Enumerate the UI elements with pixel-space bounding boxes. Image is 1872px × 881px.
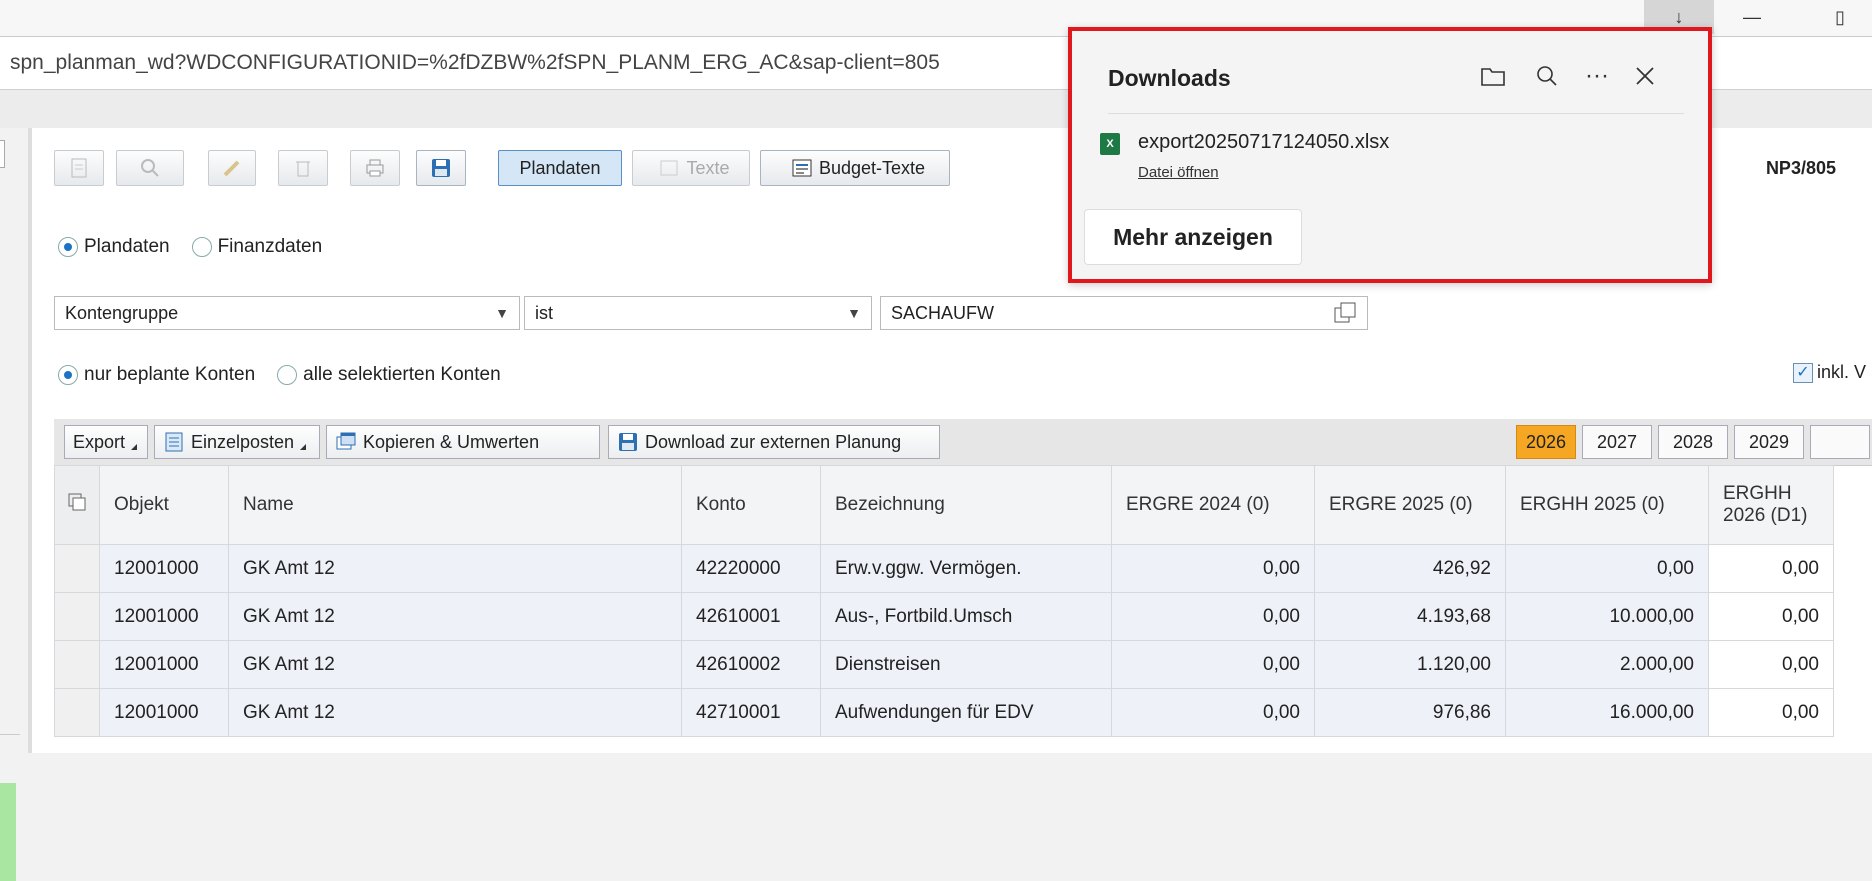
edit-button[interactable] bbox=[208, 150, 256, 186]
row-selector[interactable] bbox=[54, 640, 100, 689]
filter-operator-select[interactable]: ist ▼ bbox=[524, 296, 872, 330]
year-tab-2026[interactable]: 2026 bbox=[1516, 425, 1576, 459]
col-header-bezeichnung[interactable]: Bezeichnung bbox=[820, 465, 1112, 545]
planning-table: Objekt Name Konto Bezeichnung ERGRE 2024… bbox=[54, 465, 1834, 737]
open-file-link[interactable]: Datei öffnen bbox=[1138, 164, 1389, 181]
pencil-icon bbox=[221, 157, 243, 179]
texte-button[interactable]: Texte bbox=[632, 150, 750, 186]
search-button[interactable] bbox=[116, 150, 184, 186]
minimize-icon[interactable]: — bbox=[1720, 0, 1784, 34]
radio-alle-selektierten[interactable]: alle selektierten Konten bbox=[277, 364, 501, 386]
table-row[interactable]: 12001000 GK Amt 12 42220000 Erw.v.ggw. V… bbox=[54, 544, 1834, 593]
document-button[interactable] bbox=[54, 150, 104, 186]
row-selector[interactable] bbox=[54, 544, 100, 593]
save-button[interactable] bbox=[416, 150, 466, 186]
plandaten-toggle[interactable]: Plandaten bbox=[498, 150, 622, 186]
col-header-erghh-2026[interactable]: ERGHH 2026 (D1) bbox=[1708, 465, 1834, 545]
downloads-title: Downloads bbox=[1108, 65, 1231, 91]
kopieren-button[interactable]: Kopieren & Umwerten bbox=[326, 425, 600, 459]
export-menu-button[interactable]: Export bbox=[64, 425, 148, 459]
value-help-icon[interactable] bbox=[1333, 301, 1357, 330]
copy-window-icon bbox=[335, 431, 357, 453]
download-externe-planung-button[interactable]: Download zur externen Planung bbox=[608, 425, 940, 459]
filter-value-input[interactable]: SACHAUFW bbox=[880, 296, 1368, 330]
table-row[interactable]: 12001000 GK Amt 12 42610002 Dienstreisen… bbox=[54, 640, 1834, 689]
maximize-icon[interactable]: ▯ bbox=[1808, 0, 1872, 34]
row-selector[interactable] bbox=[54, 688, 100, 737]
left-edge bbox=[0, 128, 28, 881]
show-more-button[interactable]: Mehr anzeigen bbox=[1084, 209, 1302, 265]
floppy-disk-icon bbox=[617, 431, 639, 453]
checkmark-icon: ✓ bbox=[1792, 362, 1813, 383]
print-button[interactable] bbox=[350, 150, 400, 186]
table-toolbar: Export Einzelposten Kopieren & Umwerten … bbox=[54, 419, 1872, 466]
floppy-disk-icon bbox=[430, 157, 452, 179]
system-id: NP3/805 bbox=[1765, 158, 1836, 178]
collapse-handle[interactable] bbox=[0, 140, 5, 168]
filter-field-select[interactable]: Kontengruppe ▼ bbox=[54, 296, 520, 330]
download-file-name[interactable]: export20250717124050.xlsx bbox=[1138, 131, 1389, 154]
radio-finanzdaten[interactable]: Finanzdaten bbox=[191, 236, 322, 258]
budget-texte-button[interactable]: Budget-Texte bbox=[760, 150, 950, 186]
green-marker bbox=[0, 783, 16, 881]
year-tab-more[interactable] bbox=[1810, 425, 1870, 459]
printer-icon bbox=[364, 157, 386, 179]
delete-button[interactable] bbox=[278, 150, 328, 186]
more-options-icon[interactable]: ··· bbox=[1580, 59, 1614, 93]
radio-nur-beplante[interactable]: nur beplante Konten bbox=[58, 364, 255, 386]
year-tab-2027[interactable]: 2027 bbox=[1582, 425, 1652, 459]
url-text[interactable]: spn_planman_wd?WDCONFIGURATIONID=%2fDZBW… bbox=[10, 51, 940, 75]
col-header-erghh-2025[interactable]: ERGHH 2025 (0) bbox=[1505, 465, 1709, 545]
konten-radio-group: nur beplante Konten alle selektierten Ko… bbox=[58, 364, 523, 386]
year-tab-2028[interactable]: 2028 bbox=[1658, 425, 1728, 459]
radio-plandaten[interactable]: Plandaten bbox=[58, 236, 170, 258]
downloads-panel: Downloads ··· X export20250717124050.xls… bbox=[1068, 27, 1712, 283]
folder-icon[interactable] bbox=[1476, 59, 1510, 93]
excel-file-icon: X bbox=[1100, 133, 1120, 155]
inkl-checkbox[interactable]: ✓ inkl. V bbox=[1792, 362, 1866, 383]
col-header-objekt[interactable]: Objekt bbox=[99, 465, 229, 545]
col-header-name[interactable]: Name bbox=[228, 465, 682, 545]
table-row[interactable]: 12001000 GK Amt 12 42710001 Aufwendungen… bbox=[54, 688, 1834, 737]
close-icon[interactable] bbox=[1628, 59, 1662, 93]
search-icon bbox=[139, 157, 161, 179]
select-all-icon[interactable] bbox=[54, 465, 100, 545]
document-icon bbox=[68, 157, 90, 179]
text-document-icon bbox=[658, 157, 680, 179]
einzelposten-menu-button[interactable]: Einzelposten bbox=[154, 425, 320, 459]
col-header-konto[interactable]: Konto bbox=[681, 465, 821, 545]
download-item[interactable]: X export20250717124050.xlsx Datei öffnen bbox=[1100, 131, 1389, 181]
search-icon[interactable] bbox=[1530, 59, 1564, 93]
notes-icon bbox=[791, 157, 813, 179]
trash-icon bbox=[292, 157, 314, 179]
row-selector[interactable] bbox=[54, 592, 100, 641]
year-tab-2029[interactable]: 2029 bbox=[1734, 425, 1804, 459]
table-row[interactable]: 12001000 GK Amt 12 42610001 Aus-, Fortbi… bbox=[54, 592, 1834, 641]
col-header-ergre-2025[interactable]: ERGRE 2025 (0) bbox=[1314, 465, 1506, 545]
chevron-down-icon: ▼ bbox=[495, 305, 509, 321]
data-type-radio-group: Plandaten Finanzdaten bbox=[58, 236, 344, 258]
col-header-ergre-2024[interactable]: ERGRE 2024 (0) bbox=[1111, 465, 1315, 545]
document-list-icon bbox=[163, 431, 185, 453]
chevron-down-icon: ▼ bbox=[847, 305, 861, 321]
